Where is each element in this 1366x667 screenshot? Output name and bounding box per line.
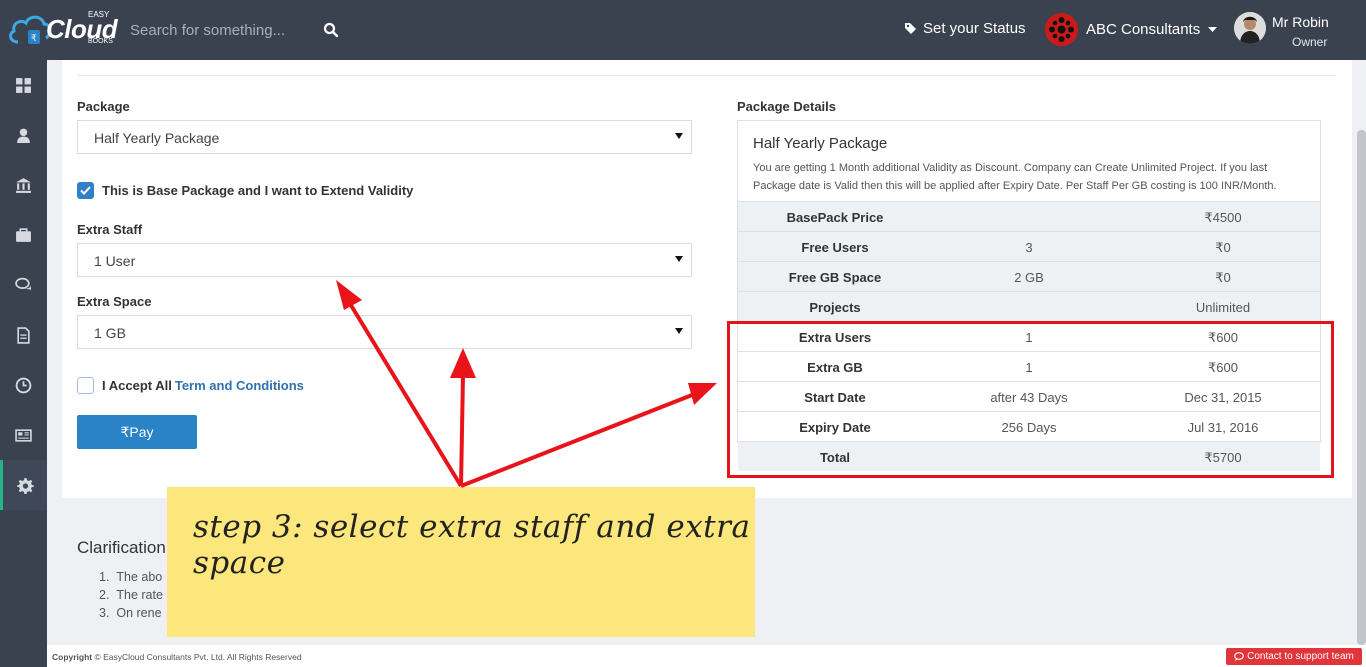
news-icon [15,428,32,442]
package-details-heading: Package Details [737,99,837,114]
user-menu[interactable]: Mr Robin Owner [1234,11,1359,51]
briefcase-icon [16,227,31,242]
svg-text:₹: ₹ [31,34,37,44]
terms-link[interactable]: Term and Conditions [175,378,304,393]
footer: Copyright © EasyCloud Consultants Pvt. L… [47,645,1366,667]
base-package-checkbox[interactable] [77,182,94,199]
sidebar-item-history[interactable] [0,360,47,410]
brand-bottom: BOOKS [88,38,113,45]
sidebar-item-documents[interactable] [0,310,47,360]
table-row: Start Date after 43 Days Dec 31, 2015 [738,381,1320,411]
sidebar-item-reports[interactable] [0,410,47,460]
details-title: Half Yearly Package [753,135,888,152]
set-status-button[interactable]: Set your Status [904,20,1026,37]
copyright-text: © EasyCloud Consultants Pvt. Ltd. All Ri… [94,652,302,662]
checkmark-icon [80,186,91,195]
package-value: Half Yearly Package [94,130,220,146]
clarification-title: Clarification [77,538,166,557]
table-row: Extra Users 1 ₹600 [738,321,1320,351]
table-row: Free GB Space 2 GB ₹0 [738,261,1320,291]
list-item: 2. The rate [99,588,163,602]
chat-bubble-icon [1234,652,1245,661]
app-logo[interactable]: ₹ EASY Cloud BOOKS [8,6,120,52]
table-row-total: Total ₹5700 [738,441,1320,471]
extra-space-value: 1 GB [94,325,126,341]
package-details-card: Half Yearly Package You are getting 1 Mo… [737,120,1321,471]
list-item: 3. On rene [99,606,162,620]
sidebar-item-settings[interactable] [0,460,47,510]
annotation-note: step 3: select extra staff and extra spa… [167,487,755,637]
sidebar-item-banking[interactable] [0,160,47,210]
scrollbar[interactable] [1357,130,1366,645]
copyright-label: Copyright [52,652,93,662]
company-name: ABC Consultants [1086,21,1201,38]
top-bar: ₹ EASY Cloud BOOKS Set your Status [0,0,1366,60]
sidebar-item-dashboard[interactable] [0,60,47,110]
dashboard-icon [16,77,31,93]
package-panel: Package Half Yearly Package This is Base… [62,60,1352,498]
details-description: You are getting 1 Month additional Valid… [753,162,1277,192]
base-package-option[interactable]: This is Base Package and I want to Exten… [77,182,413,199]
chevron-down-icon [1208,26,1218,32]
details-table: BasePack Price ₹4500 Free Users 3 ₹0 Free G… [738,201,1320,471]
sidebar-item-projects[interactable] [0,210,47,260]
chat-icon [15,277,31,290]
document-icon [17,326,30,344]
gear-icon [16,477,34,494]
sidebar-item-users[interactable] [0,110,47,160]
extra-staff-value: 1 User [94,253,136,269]
clock-icon [15,377,32,393]
user-icon [17,128,30,143]
base-package-label: This is Base Package and I want to Exten… [102,183,414,198]
clarification-list: 1. The abo 2. The rate 3. On rene [99,568,163,622]
table-row: Expiry Date 256 Days Jul 31, 2016 [738,411,1320,441]
sidebar-item-messages[interactable] [0,260,47,310]
extra-staff-label: Extra Staff [77,222,143,237]
search-input[interactable] [130,18,310,42]
list-item: 1. The abo [99,570,163,584]
bank-icon [16,177,31,193]
package-select[interactable]: Half Yearly Package [77,120,692,154]
table-row: Projects Unlimited [738,291,1320,321]
status-label: Set your Status [923,20,1026,37]
search-icon[interactable] [323,22,339,38]
extra-space-select[interactable]: 1 GB [77,315,692,349]
contact-support-button[interactable]: Contact to support team [1226,648,1362,665]
company-switcher[interactable]: ABC Consultants [1045,13,1218,46]
table-row: BasePack Price ₹4500 [738,201,1320,231]
accept-terms-checkbox[interactable] [77,377,94,394]
support-label: Contact to support team [1247,651,1354,662]
accept-terms-option[interactable]: I Accept All Term and Conditions [77,377,304,394]
avatar [1234,12,1266,44]
user-name: Mr Robin [1272,14,1329,30]
user-role: Owner [1292,35,1328,49]
tag-icon [905,23,916,34]
dropdown-arrow-icon [675,328,683,334]
accept-prefix: I Accept All [102,378,172,393]
extra-space-label: Extra Space [77,294,152,309]
extra-staff-select[interactable]: 1 User [77,243,692,277]
pay-button[interactable]: ₹Pay [77,415,197,449]
annotation-text: step 3: select extra staff and extra spa… [193,509,751,581]
dropdown-arrow-icon [675,256,683,262]
table-row: Free Users 3 ₹0 [738,231,1320,261]
sidebar [0,60,47,667]
dropdown-arrow-icon [675,133,683,139]
divider [77,75,1336,76]
table-row: Extra GB 1 ₹600 [738,351,1320,381]
package-label: Package [77,99,130,114]
company-logo-icon [1045,13,1078,46]
